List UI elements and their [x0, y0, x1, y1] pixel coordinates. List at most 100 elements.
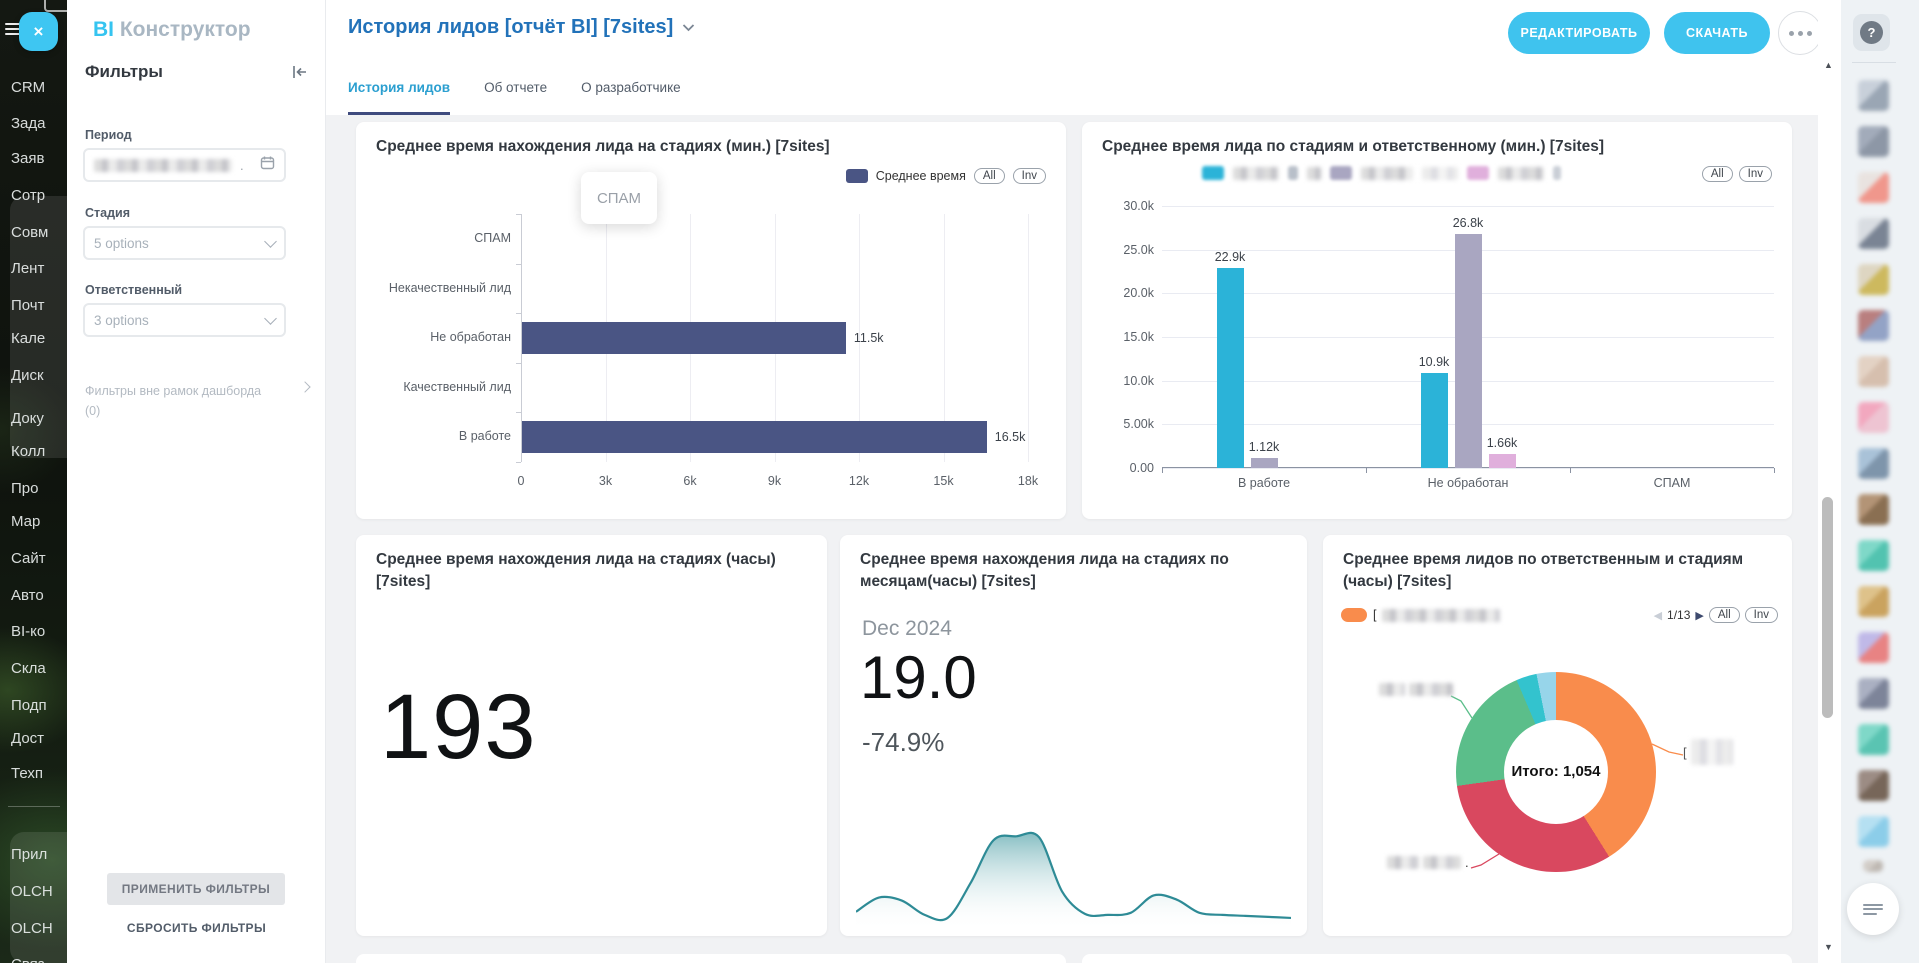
edit-button[interactable]: РЕДАКТИРОВАТЬ — [1508, 12, 1650, 54]
bar — [522, 322, 846, 354]
pie-label-redacted: . — [1387, 855, 1469, 870]
more-options-button[interactable] — [1778, 11, 1822, 55]
apply-filters-button[interactable]: ПРИМЕНИТЬ ФИЛЬТРЫ — [107, 873, 285, 905]
sidebar-item-20[interactable]: Прил — [11, 846, 47, 863]
sidebar-item-11[interactable]: Про — [11, 480, 38, 497]
outer-filters-link[interactable]: Фильтры вне рамок дашборда (0) — [85, 381, 311, 421]
app-icon-redacted[interactable] — [1858, 724, 1889, 755]
report-title-dropdown[interactable]: История лидов [отчёт BI] [7sites] — [348, 16, 695, 39]
x-tick-label: 0 — [518, 474, 525, 488]
chevron-down-icon — [264, 235, 277, 248]
app-icon-redacted[interactable] — [1858, 80, 1889, 111]
bar-value-label: 10.9k — [1419, 355, 1450, 369]
sidebar-item-14[interactable]: Авто — [11, 587, 44, 604]
sidebar-item-8[interactable]: Диск — [11, 367, 44, 384]
tab-o-razrabotchike[interactable]: О разработчике — [581, 62, 681, 115]
sidebar-item-1[interactable]: Зада — [11, 115, 46, 132]
bar-chart-plot: 03k6k9k12k15k18kСПАМНекачественный лидНе… — [521, 214, 1028, 462]
category-label: Качественный лид — [369, 363, 511, 413]
app-icon-redacted[interactable] — [1858, 310, 1889, 341]
sidebar-item-7[interactable]: Кале — [11, 330, 45, 347]
x-tick-label: 3k — [599, 474, 612, 488]
axis-tick — [516, 313, 521, 314]
gridline — [1162, 468, 1774, 469]
reset-filters-button[interactable]: СБРОСИТЬ ФИЛЬТРЫ — [67, 921, 326, 935]
app-icon-redacted[interactable] — [1863, 860, 1883, 872]
kpi-value: 19.0 — [860, 643, 977, 712]
stage-select[interactable]: 5 options — [83, 226, 286, 260]
legend-all-button[interactable]: All — [974, 168, 1005, 184]
kpi-period: Dec 2024 — [862, 617, 952, 641]
responsible-select[interactable]: 3 options — [83, 303, 286, 337]
app-icon-redacted[interactable] — [1858, 356, 1889, 387]
scroll-up-arrow[interactable]: ▲ — [1824, 60, 1833, 70]
sidebar-item-9[interactable]: Доку — [11, 410, 44, 427]
legend-label-redacted — [1422, 167, 1458, 180]
legend-label[interactable]: Среднее время — [876, 169, 966, 183]
sidebar-item-10[interactable]: Колл — [11, 443, 45, 460]
pie-label-redacted: [ — [1683, 739, 1733, 765]
app-icon-redacted[interactable] — [1858, 632, 1889, 663]
app-icon-redacted[interactable] — [1858, 816, 1889, 847]
app-icon-redacted[interactable] — [1858, 586, 1889, 617]
sidebar-item-19[interactable]: Техп — [11, 765, 43, 782]
app-icon-redacted[interactable] — [1858, 678, 1889, 709]
app-icon-redacted[interactable] — [1858, 448, 1889, 479]
period-label: Период — [85, 128, 132, 142]
period-input[interactable]: . — [83, 148, 286, 182]
app-icon-redacted[interactable] — [1858, 172, 1889, 203]
close-menu-button[interactable]: × — [19, 12, 58, 51]
app-icon-redacted[interactable] — [1858, 218, 1889, 249]
card-title: Среднее время лидов по ответственным и с… — [1343, 549, 1772, 594]
logo-name: Конструктор — [120, 18, 251, 41]
app-icon-redacted[interactable] — [1858, 494, 1889, 525]
page-next-icon[interactable]: ▶ — [1695, 609, 1703, 622]
legend-inv-button[interactable]: Inv — [1745, 607, 1778, 623]
scrollbar-thumb[interactable] — [1822, 497, 1833, 718]
responsible-select-value: 3 options — [94, 313, 149, 328]
sidebar-item-3[interactable]: Сотр — [11, 187, 45, 204]
app-icon-redacted[interactable] — [1858, 264, 1889, 295]
legend-inv-button[interactable]: Inv — [1739, 166, 1772, 182]
legend-all-button[interactable]: All — [1702, 166, 1733, 182]
app-icon-redacted[interactable] — [1858, 540, 1889, 571]
help-button[interactable]: ? — [1853, 14, 1890, 51]
sidebar-item-0[interactable]: CRM — [11, 79, 45, 96]
download-button[interactable]: СКАЧАТЬ — [1664, 12, 1770, 54]
app-icon-redacted[interactable] — [1858, 770, 1889, 801]
sidebar-item-21[interactable]: OLCH — [11, 883, 53, 900]
sidebar-item-5[interactable]: Лент — [11, 260, 44, 277]
tab-ob-otchete[interactable]: Об отчете — [484, 62, 547, 115]
scroll-down-arrow[interactable]: ▼ — [1824, 942, 1833, 952]
card-title: Среднее время нахождения лида на стадиях… — [860, 549, 1287, 594]
sidebar-item-23[interactable]: Связ — [11, 956, 45, 963]
category-label: В работе — [1238, 476, 1290, 490]
app-icon-redacted[interactable] — [1858, 126, 1889, 157]
sidebar-item-18[interactable]: Дост — [11, 730, 44, 747]
sidebar-item-6[interactable]: Почт — [11, 297, 44, 314]
list-menu-button[interactable] — [1847, 883, 1899, 935]
collapse-panel-icon[interactable] — [291, 63, 309, 81]
legend-pagination: ◀ 1/13 ▶ All Inv — [1654, 607, 1778, 623]
category-label: Не обработан — [369, 313, 511, 363]
sidebar-item-12[interactable]: Мар — [11, 513, 40, 530]
sidebar-item-22[interactable]: OLCH — [11, 920, 53, 937]
tab-istoriya-lidov[interactable]: История лидов — [348, 62, 450, 115]
page-prev-icon[interactable]: ◀ — [1654, 609, 1662, 622]
app-icon-redacted[interactable] — [1858, 402, 1889, 433]
sidebar-item-13[interactable]: Сайт — [11, 550, 46, 567]
sidebar-item-17[interactable]: Подп — [11, 697, 47, 714]
scrollbar-gutter: ▲ ▼ — [1818, 0, 1841, 963]
sidebar-item-15[interactable]: BI-ко — [11, 623, 45, 640]
legend-swatch — [1330, 166, 1352, 180]
sidebar-item-16[interactable]: Скла — [11, 660, 46, 677]
legend-all-button[interactable]: All — [1709, 607, 1740, 623]
bar — [1251, 458, 1278, 468]
y-tick-label: 10.0k — [1123, 374, 1154, 388]
app-logo: BI Конструктор — [93, 18, 251, 42]
y-tick-label: 20.0k — [1123, 286, 1154, 300]
bar — [1455, 234, 1482, 468]
sidebar-item-2[interactable]: Заяв — [11, 150, 45, 167]
sidebar-item-4[interactable]: Совм — [11, 224, 48, 241]
legend-inv-button[interactable]: Inv — [1013, 168, 1046, 184]
